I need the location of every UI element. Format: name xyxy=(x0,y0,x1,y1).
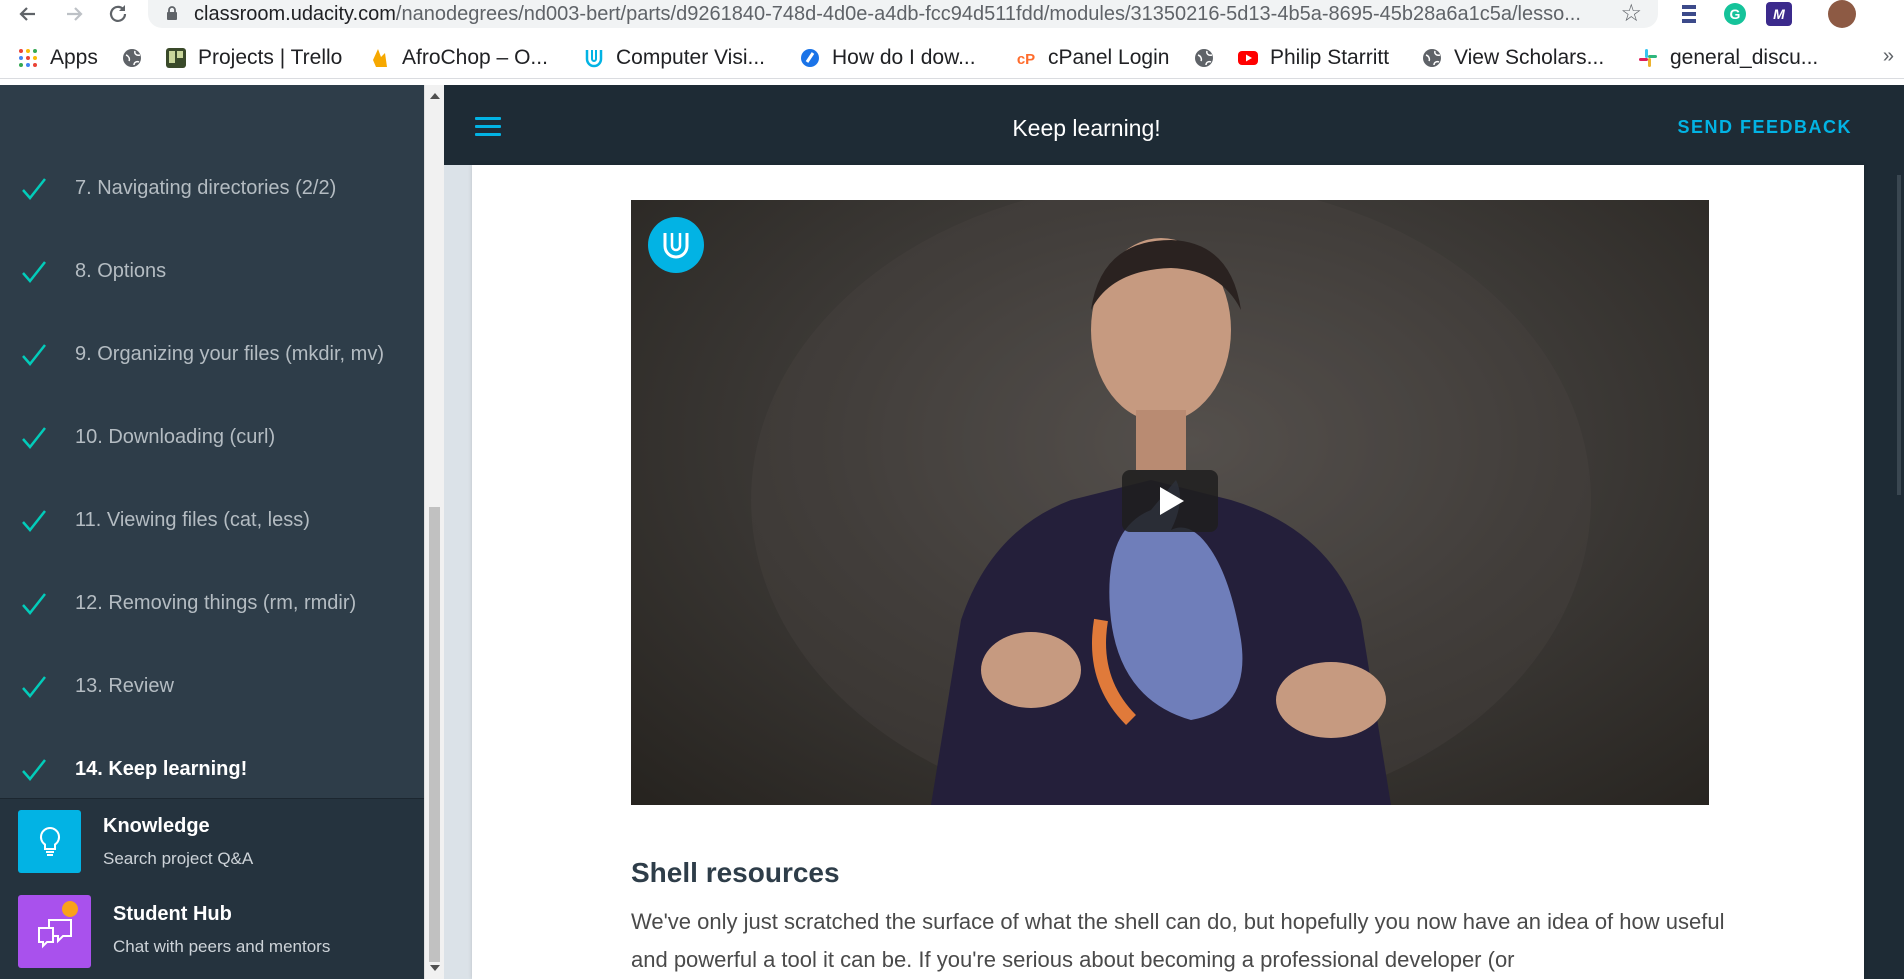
address-bar[interactable]: classroom.udacity.com/nanodegrees/nd003-… xyxy=(148,0,1658,28)
bookmarks-overflow-button[interactable]: » xyxy=(1883,45,1894,68)
lesson-content: Shell resources We've only just scratche… xyxy=(472,165,1864,979)
lesson-sidebar: 7. Navigating directories (2/2) 8. Option… xyxy=(0,85,424,979)
globe-icon xyxy=(1195,49,1213,67)
student-hub-subtitle: Chat with peers and mentors xyxy=(113,937,331,956)
bookmark-apps[interactable]: Apps xyxy=(18,45,98,71)
m-extension-icon[interactable]: M xyxy=(1766,2,1792,26)
lesson-item[interactable]: 7. Navigating directories (2/2) xyxy=(0,151,424,234)
notification-dot xyxy=(62,901,78,917)
svg-text:cP: cP xyxy=(1017,51,1035,68)
sidebar-scrollbar[interactable] xyxy=(424,85,444,979)
checkmark-icon xyxy=(22,427,46,449)
bookmark-label: Projects | Trello xyxy=(198,46,343,69)
lesson-topbar: Keep learning! SEND FEEDBACK xyxy=(444,85,1904,165)
youtube-icon xyxy=(1238,51,1258,65)
bookmark-globe-2[interactable] xyxy=(1194,45,1226,71)
bookmark-view-scholars[interactable]: View Scholars... xyxy=(1422,45,1604,71)
bookmark-label: AfroChop – O... xyxy=(402,46,548,69)
svg-text:M: M xyxy=(1773,6,1785,22)
lesson-item[interactable]: 13. Review xyxy=(0,649,424,732)
forward-arrow-icon[interactable] xyxy=(60,0,88,28)
bookmark-label: Apps xyxy=(50,46,98,69)
lesson-label: 10. Downloading (curl) xyxy=(75,426,276,448)
bookmark-trello[interactable]: Projects | Trello xyxy=(166,45,342,71)
page-scrollbar[interactable] xyxy=(1864,165,1904,979)
checkmark-icon xyxy=(22,261,46,283)
student-hub-title: Student Hub xyxy=(113,903,232,925)
scroll-down-arrow[interactable] xyxy=(430,965,440,971)
bookmark-slack[interactable]: general_discu... xyxy=(1638,45,1818,71)
checkmark-icon xyxy=(22,178,46,200)
video-player[interactable] xyxy=(631,200,1709,805)
bookmark-label: Computer Visi... xyxy=(616,46,765,69)
bookmark-computer-vision[interactable]: Computer Visi... xyxy=(584,45,765,71)
grammarly-icon[interactable]: G xyxy=(1722,2,1748,26)
checkmark-icon xyxy=(22,676,46,698)
lesson-label: 7. Navigating directories (2/2) xyxy=(75,177,337,199)
bookmark-afrochop[interactable]: AfroChop – O... xyxy=(370,45,548,71)
knowledge-title: Knowledge xyxy=(103,815,210,837)
lesson-label: 12. Removing things (rm, rmdir) xyxy=(75,592,357,614)
bookmark-philip-starritt[interactable]: Philip Starritt xyxy=(1238,45,1389,71)
section-heading: Shell resources xyxy=(631,857,840,888)
send-feedback-button[interactable]: SEND FEEDBACK xyxy=(1677,117,1852,138)
page-title: Keep learning! xyxy=(1012,115,1161,141)
cpanel-icon: cP xyxy=(1017,51,1035,68)
lesson-item[interactable]: 10. Downloading (curl) xyxy=(0,400,424,483)
bookmark-label: How do I dow... xyxy=(832,46,976,69)
lesson-label: 11. Viewing files (cat, less) xyxy=(75,509,310,531)
body-paragraph: We've only just scratched the surface of… xyxy=(631,909,1725,972)
globe-icon xyxy=(123,49,141,67)
profile-avatar[interactable] xyxy=(1828,0,1856,28)
bookmark-label: cPanel Login xyxy=(1048,46,1170,69)
udacity-icon xyxy=(585,50,603,68)
url-text: classroom.udacity.com/nanodegrees/nd003-… xyxy=(194,3,1581,25)
checkmark-icon xyxy=(22,593,46,615)
apps-grid-icon xyxy=(19,49,37,67)
slack-icon xyxy=(1639,49,1657,67)
browser-toolbar: classroom.udacity.com/nanodegrees/nd003-… xyxy=(0,0,1904,30)
circle-d-icon xyxy=(801,49,819,67)
lesson-item[interactable]: 11. Viewing files (cat, less) xyxy=(0,483,424,566)
checkmark-icon xyxy=(22,759,46,781)
udacity-logo-icon xyxy=(648,217,704,273)
bookmark-label: Philip Starritt xyxy=(1270,46,1390,69)
bookmark-cpanel[interactable]: cP cPanel Login xyxy=(1016,45,1170,71)
lesson-label: 8. Options xyxy=(75,260,167,282)
lesson-label: 14. Keep learning! xyxy=(75,758,248,780)
lesson-label: 13. Review xyxy=(75,675,174,697)
reload-icon[interactable] xyxy=(104,0,132,28)
scroll-up-arrow[interactable] xyxy=(430,93,440,99)
lightbulb-icon xyxy=(18,810,81,873)
knowledge-subtitle: Search project Q&A xyxy=(103,849,254,868)
bookmarks-bar: Apps Projects | Trello AfroChop – O... C… xyxy=(0,37,1904,79)
main-area: Keep learning! SEND FEEDBACK Shell resou… xyxy=(444,85,1904,979)
bookmark-globe-1[interactable] xyxy=(122,45,154,71)
page-scrollbar-thumb[interactable] xyxy=(1897,175,1901,495)
svg-text:G: G xyxy=(1730,6,1741,22)
play-icon xyxy=(1160,487,1184,515)
bookmark-how-do-i[interactable]: How do I dow... xyxy=(800,45,976,71)
lesson-item[interactable]: 12. Removing things (rm, rmdir) xyxy=(0,566,424,649)
bookmark-label: View Scholars... xyxy=(1454,46,1605,69)
checkmark-icon xyxy=(22,344,46,366)
student-hub-link[interactable]: Student Hub Chat with peers and mentors xyxy=(0,895,424,975)
knowledge-link[interactable]: Knowledge Search project Q&A xyxy=(0,807,424,887)
play-button[interactable] xyxy=(1122,470,1218,532)
lesson-item[interactable]: 8. Options xyxy=(0,234,424,317)
lesson-label: 9. Organizing your files (mkdir, mv) xyxy=(75,343,384,365)
lock-icon xyxy=(167,6,177,20)
checkmark-icon xyxy=(22,510,46,532)
afrochop-icon xyxy=(373,49,387,67)
trello-icon xyxy=(166,48,186,68)
bookmark-star-icon[interactable]: ☆ xyxy=(1620,0,1642,28)
back-arrow-icon[interactable] xyxy=(14,0,42,28)
bookmark-label: general_discu... xyxy=(1670,46,1819,69)
extension-stack-icon[interactable] xyxy=(1676,2,1702,26)
scrollbar-thumb[interactable] xyxy=(429,507,440,962)
globe-icon xyxy=(1423,49,1441,67)
lesson-item[interactable]: 9. Organizing your files (mkdir, mv) xyxy=(0,317,424,400)
sidebar-resources: Knowledge Search project Q&A Student Hub… xyxy=(0,798,424,979)
chat-bubbles-icon xyxy=(18,895,91,968)
